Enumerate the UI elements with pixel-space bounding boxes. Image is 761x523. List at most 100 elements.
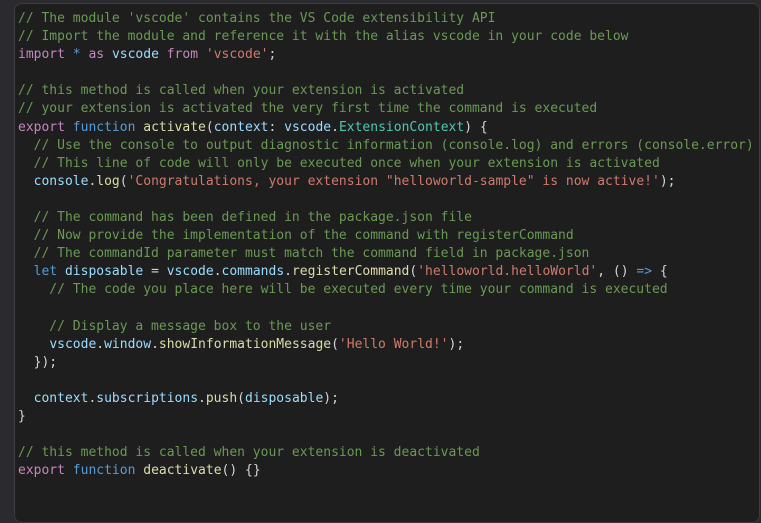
code-token-comment: // The commandId parameter must match th…	[18, 246, 590, 262]
code-token-punct: .	[198, 390, 206, 406]
code-token-punct: =	[143, 264, 167, 280]
code-token-func: deactivate	[143, 463, 222, 479]
code-line[interactable]	[15, 64, 759, 82]
code-line[interactable]: // Import the module and reference it wi…	[15, 28, 759, 46]
code-token-comment: // The command has been defined in the p…	[18, 210, 472, 226]
code-token-keyword: export	[18, 119, 65, 135]
code-line[interactable]: // The code you place here will be execu…	[15, 281, 759, 299]
code-token-punct: , ()	[597, 264, 637, 280]
code-token-punct: .	[331, 119, 339, 135]
code-line[interactable]: // The command has been defined in the p…	[15, 209, 759, 227]
code-token-keyword: import	[18, 47, 65, 63]
code-line[interactable]: vscode.window.showInformationMessage('He…	[15, 336, 759, 354]
code-token-punct: ;	[268, 47, 277, 63]
code-token-control: function	[72, 119, 136, 135]
code-token-punct: (	[119, 173, 128, 189]
code-token-punct: );	[448, 336, 465, 352]
code-token-comment: // this method is called when your exten…	[18, 445, 480, 461]
code-token-punct: });	[18, 354, 58, 370]
code-line[interactable]: console.log('Congratulations, your exten…	[15, 173, 759, 191]
code-token-punct: (	[331, 336, 339, 352]
code-line[interactable]: // The module 'vscode' contains the VS C…	[15, 10, 759, 28]
code-token-comment: // This line of code will only be execut…	[18, 155, 660, 171]
code-line[interactable]: }	[15, 408, 759, 426]
code-token-string: 'vscode'	[205, 47, 269, 63]
code-token-punct: (	[237, 390, 245, 406]
code-line[interactable]	[15, 191, 759, 209]
code-token-punct: }	[18, 409, 26, 425]
code-token-var: console	[33, 173, 89, 189]
code-token-control: *	[72, 47, 81, 63]
code-token-func: registerCommand	[291, 264, 410, 280]
code-token-var: context	[213, 119, 269, 135]
code-token-control: function	[72, 463, 136, 479]
code-line[interactable]	[15, 372, 759, 390]
code-editor-frame: // The module 'vscode' contains the VS C…	[14, 3, 760, 523]
code-token-string: 'Hello World!'	[338, 336, 449, 352]
code-token-punct: .	[96, 336, 105, 352]
code-line[interactable]: // this method is called when your exten…	[15, 444, 759, 462]
code-line[interactable]: let disposable = vscode.commands.registe…	[15, 263, 759, 281]
code-token-func: activate	[143, 119, 206, 135]
code-token-var: vscode	[284, 119, 332, 135]
code-token-string: 'Congratulations, your extension "hellow…	[127, 173, 660, 189]
code-token-var: subscriptions	[96, 390, 199, 406]
code-token-comment: // this method is called when your exten…	[18, 83, 465, 99]
code-line[interactable]: // Display a message box to the user	[15, 318, 759, 336]
code-token-punct: );	[323, 390, 339, 406]
code-token-type: ExtensionContext	[338, 119, 465, 135]
code-token-punct: .	[151, 336, 159, 352]
code-token-punct: () {}	[221, 463, 261, 479]
code-token-var: vscode	[49, 336, 97, 352]
code-line[interactable]: export function deactivate() {}	[15, 462, 759, 480]
code-token-keyword: export	[18, 463, 65, 479]
code-token-punct: :	[268, 119, 285, 135]
code-token-var: disposable	[245, 390, 324, 406]
code-token-comment: // Now provide the implementation of the…	[18, 228, 574, 244]
code-line[interactable]	[15, 426, 759, 444]
code-token-comment: // Import the module and reference it wi…	[18, 29, 629, 45]
code-token-punct: );	[659, 173, 676, 189]
code-token-comment: // Display a message box to the user	[18, 318, 332, 334]
code-token-punct: .	[284, 264, 292, 280]
code-line[interactable]: export function activate(context: vscode…	[15, 119, 759, 137]
code-line[interactable]: // Now provide the implementation of the…	[15, 227, 759, 245]
code-token-punct: {	[652, 264, 668, 280]
code-token-control: let	[33, 264, 58, 280]
code-line[interactable]: // Use the console to output diagnostic …	[15, 137, 759, 155]
code-token-control: =>	[636, 264, 653, 280]
code-token-punct: (	[205, 119, 214, 135]
code-line[interactable]: import * as vscode from 'vscode';	[15, 46, 759, 64]
code-line[interactable]: context.subscriptions.push(disposable);	[15, 390, 759, 408]
code-line[interactable]: // The commandId parameter must match th…	[15, 245, 759, 263]
code-line[interactable]: });	[15, 354, 759, 372]
code-token-var: disposable	[64, 264, 144, 280]
code-token-punct: ) {	[464, 119, 488, 135]
code-token-punct: .	[213, 264, 222, 280]
code-line[interactable]: // this method is called when your exten…	[15, 82, 759, 100]
code-line[interactable]: // your extension is activated the very …	[15, 100, 759, 118]
code-token-var: context	[33, 390, 89, 406]
code-token-func: log	[96, 173, 120, 189]
code-token-comment: // The module 'vscode' contains the VS C…	[18, 11, 496, 26]
code-token-comment: // your extension is activated the very …	[18, 101, 598, 117]
code-token-var: vscode	[166, 264, 214, 280]
code-line[interactable]: // This line of code will only be execut…	[15, 155, 759, 173]
code-token-comment: // The code you place here will be execu…	[18, 282, 668, 298]
code-token-keyword: as	[88, 47, 105, 63]
code-token-var: window	[104, 336, 152, 352]
code-token-keyword: from	[166, 47, 199, 63]
code-editor-surface[interactable]: // The module 'vscode' contains the VS C…	[15, 4, 759, 522]
code-token-func: push	[205, 390, 238, 406]
code-token-var: vscode	[111, 47, 159, 63]
code-line[interactable]	[15, 300, 759, 318]
